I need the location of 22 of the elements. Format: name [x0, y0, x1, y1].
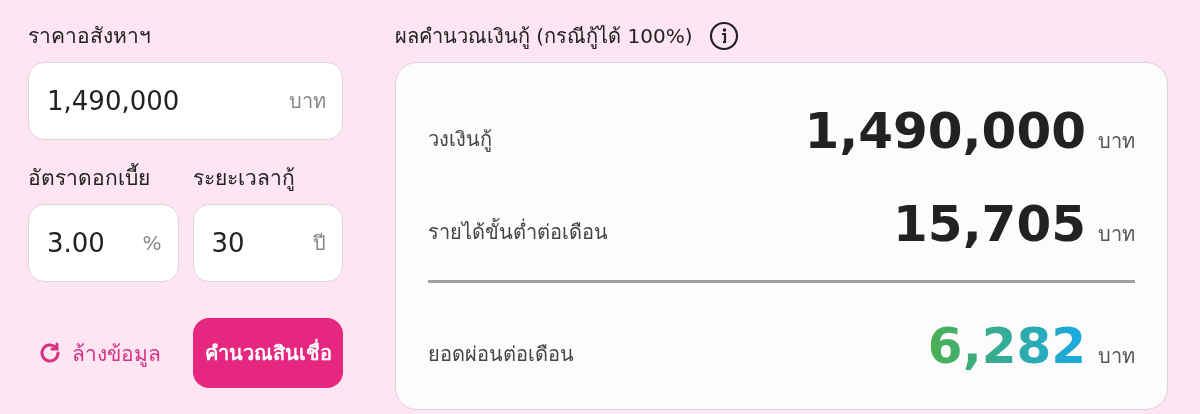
result-label: รายได้ขั้นต่ำต่อเดือน [428, 217, 608, 246]
unit-label: บาท [1098, 128, 1135, 156]
result-label: วงเงินกู้ [428, 126, 492, 154]
field-label: ราคาอสังหาฯ [28, 23, 152, 50]
reset-button[interactable]: ล้างข้อมูล [38, 336, 161, 370]
result-value: 1,490,000 [804, 102, 1086, 161]
price-field[interactable]: 1,490,000 บาท [28, 62, 343, 140]
calculate-button[interactable]: คำนวณสินเชื่อ [193, 318, 343, 388]
unit-label: ปี [313, 230, 326, 257]
result-label: ยอดผ่อนต่อเดือน [428, 341, 574, 368]
unit-label: บาท [289, 88, 326, 115]
term-field[interactable]: 30 ปี [192, 204, 343, 282]
unit-label: บาท [1098, 343, 1135, 370]
result-title: ผลคำนวณเงินกู้ (กรณีกู้ได้ 100%) [395, 23, 693, 51]
unit-label: % [142, 231, 162, 255]
field-label: อัตราดอกเบี้ย [28, 160, 179, 196]
rate-field[interactable]: 3.00 % [28, 204, 179, 282]
result-value: 15,705 [893, 194, 1086, 253]
field-label: ระยะเวลากู้ [192, 165, 296, 193]
unit-label: บาท [1098, 220, 1135, 248]
refresh-icon [38, 341, 62, 365]
info-icon[interactable] [708, 21, 739, 51]
